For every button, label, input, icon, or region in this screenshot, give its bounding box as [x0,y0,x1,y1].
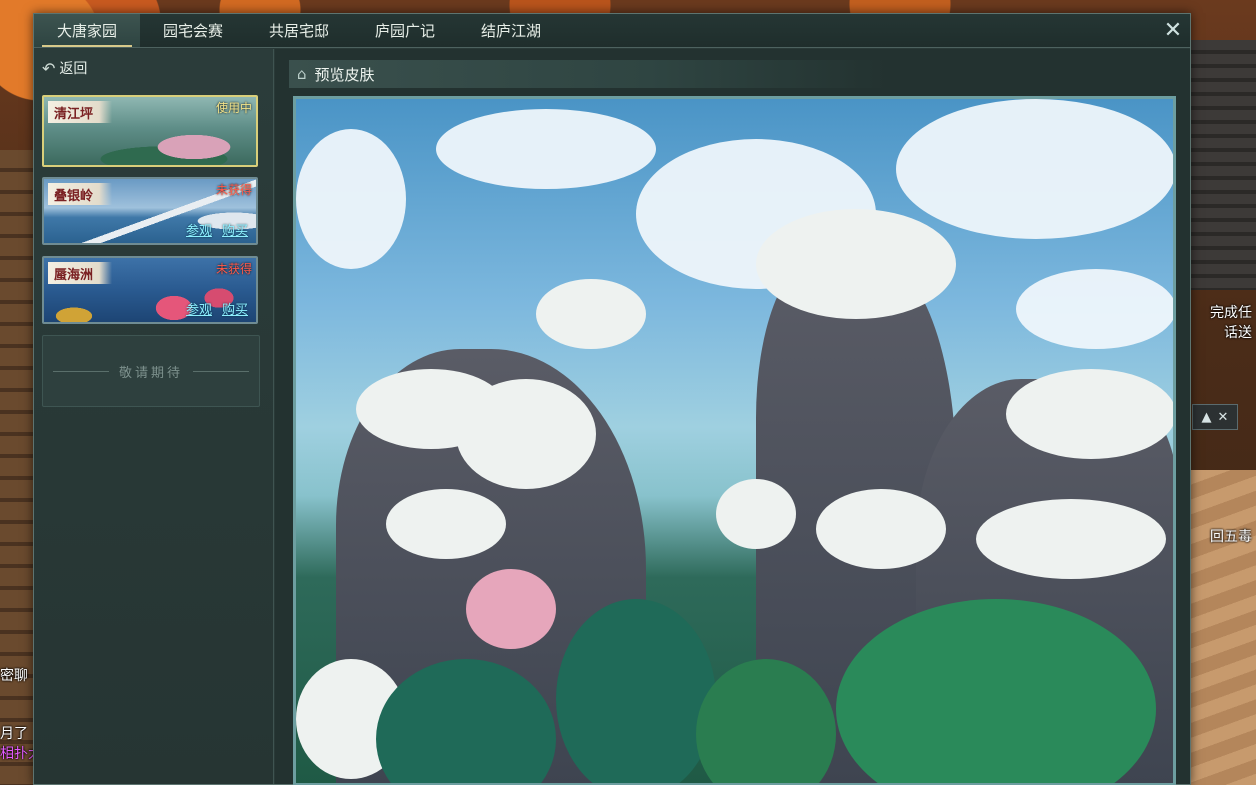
divider [193,370,250,372]
status-badge: 使用中 [215,101,252,115]
quest-tracker-line[interactable]: 回五毒 [1210,526,1252,546]
quest-tracker-line[interactable]: 完成任 [1210,302,1252,322]
home-icon: ⌂ [297,65,307,83]
skin-card-dieyinling[interactable]: 叠银岭 未获得 参观 购买 [42,177,258,245]
status-badge: 未获得 [215,183,252,197]
blossom-tree [536,279,646,349]
roof-tiles-right [1190,40,1256,290]
close-icon: ✕ [1217,409,1229,425]
preview-pane: ⌂ 预览皮肤 [275,49,1190,785]
cloud [436,109,656,189]
quest-tracker-line[interactable]: 话送 [1224,322,1252,342]
wooden-floor-right [1190,470,1256,785]
preview-header: ⌂ 预览皮肤 [289,60,889,88]
chat-line: 月了 [0,726,28,742]
card-actions: 参观 购买 [186,220,248,239]
tab-garden-records[interactable]: 庐园广记 [352,14,458,47]
chat-channel-label[interactable]: 密聊 [0,665,28,685]
skin-preview-image[interactable] [293,96,1176,785]
skin-name: 蜃海洲 [48,262,112,284]
buy-link[interactable]: 购买 [222,299,248,318]
divider [53,370,109,372]
building-left [0,150,34,785]
skin-card-shenhaizhou[interactable]: 蜃海洲 未获得 参观 购买 [42,256,258,324]
cloud [896,99,1173,239]
sakura-tree [466,569,556,649]
view-link[interactable]: 参观 [186,299,212,318]
back-arrow-icon: ↶ [42,58,56,78]
blossom-tree [456,379,596,489]
coming-soon-label: 敬请期待 [119,365,184,381]
blossom-tree [816,489,946,569]
tab-shared-residence[interactable]: 共居宅邸 [246,14,352,47]
blossom-tree [1006,369,1173,459]
close-icon[interactable]: ✕ [1160,18,1186,44]
coming-soon-slot: 敬请期待 [42,335,260,407]
cloud [296,129,406,269]
skin-name: 叠银岭 [48,183,112,205]
pine-grove [556,599,716,783]
tab-jianghu-cottage[interactable]: 结庐江湖 [458,14,564,47]
skin-name: 清江坪 [48,101,112,123]
blossom-tree [386,489,506,559]
card-actions: 参观 购买 [186,299,248,318]
skin-card-qingjiangping[interactable]: 清江坪 使用中 [42,95,258,167]
triangle-up-icon: ▲ [1201,409,1212,425]
back-label: 返回 [59,61,88,77]
buy-link[interactable]: 购买 [222,220,248,239]
status-badge: 未获得 [215,262,252,276]
view-link[interactable]: 参观 [186,220,212,239]
back-button[interactable]: ↶ 返回 [42,57,87,79]
blossom-tree [976,499,1166,579]
cloud [1016,269,1173,349]
blossom-tree [716,479,796,549]
blossom-tree [756,209,956,319]
preview-title: 预览皮肤 [314,65,375,84]
tab-garden-contest[interactable]: 园宅会赛 [140,14,246,47]
tab-datang-home[interactable]: 大唐家园 [34,14,140,47]
home-skin-window: 大唐家园 园宅会赛 共居宅邸 庐园广记 结庐江湖 ✕ ↶ 返回 清江坪 使用中 … [33,13,1191,785]
tab-bar: 大唐家园 园宅会赛 共居宅邸 庐园广记 结庐江湖 [34,14,1190,48]
skin-sidebar: ↶ 返回 清江坪 使用中 叠银岭 未获得 参观 购买 蜃海洲 未获得 参观 购买 [34,49,274,784]
quest-tracker-toggle[interactable]: ▲ ✕ [1192,404,1238,430]
